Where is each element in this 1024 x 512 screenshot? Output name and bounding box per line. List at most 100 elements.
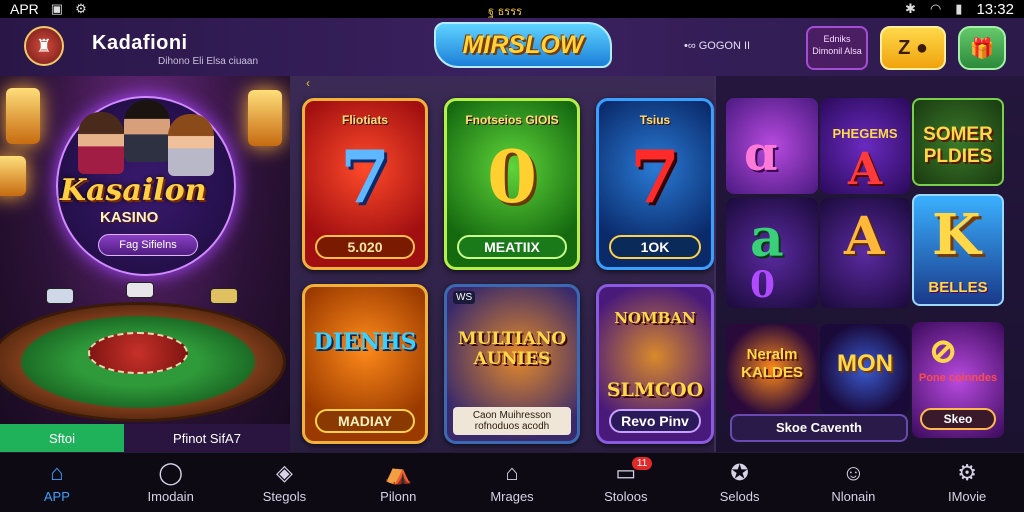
game-button[interactable]: 1OK: [609, 235, 701, 259]
lamp-decoration: [6, 88, 40, 144]
game-card[interactable]: NOMBAN SLMCOO Revo Pinv: [596, 284, 714, 444]
nav-label: Selods: [719, 489, 760, 504]
game-tag: WS: [453, 291, 476, 304]
slot-cell[interactable]: PHEGEMS A: [820, 98, 910, 194]
clock: 13:32: [976, 0, 1014, 18]
tag-icon: ◈: [275, 460, 293, 485]
nav-label: IMovie: [947, 489, 987, 504]
app-root: APR ▣ ⚙ ฐ ธรรร ✱ ◠ ▮ 13:32 ♜ Kadafioni D…: [0, 0, 1024, 512]
slot-cell[interactable]: K BELLES: [912, 194, 1004, 306]
slot-cell[interactable]: A 80: [820, 198, 910, 308]
game-grid: ‹ Fliotiats 7 5.020 Fnotseios GIOIS 0 ME…: [290, 76, 714, 452]
zero-symbol: 0: [750, 264, 776, 306]
bluetooth-icon: ✱: [905, 1, 916, 16]
game-button[interactable]: MADIAY: [315, 409, 415, 433]
letter-k-symbol: K: [932, 202, 981, 268]
seven-symbol: 7: [629, 134, 681, 219]
game-card[interactable]: DIENHS MADIAY: [302, 284, 428, 444]
zero-symbol: 0: [486, 134, 538, 219]
game-card[interactable]: Fliotiats 7 5.020: [302, 98, 428, 270]
hero-subtitle: KASINO: [100, 209, 159, 226]
game-name: MULTIANO AUNIES: [457, 329, 567, 369]
slot-cell[interactable]: Neralm KALDES: [726, 324, 818, 414]
game-card[interactable]: Tsius 7 1OK: [596, 98, 714, 270]
nav-label: Imodain: [147, 489, 194, 504]
slot-label: BELLES: [928, 279, 988, 296]
slot-cell[interactable]: MON: [820, 324, 910, 414]
nav-label: APP: [43, 489, 70, 504]
app-header: ♜ Kadafioni Dihono Eli Elsa ciuaan MIRSL…: [0, 18, 1024, 76]
slot-label: Pone coinndes: [918, 372, 998, 384]
hero-tab-active[interactable]: Sftoi: [0, 424, 124, 452]
hero-tab-other[interactable]: Pfinot SifA7: [124, 424, 290, 452]
game-card[interactable]: WS MULTIANO AUNIES Caon Muihresson rofno…: [444, 284, 580, 444]
letter-a-symbol: A: [848, 144, 883, 194]
brand-subtitle: Dihono Eli Elsa ciuaan: [158, 56, 259, 67]
hero-panel: Kasailon KASINO Fag Sifielns Sftoi Pfino…: [0, 76, 290, 452]
game-button[interactable]: Revo Pinv: [609, 409, 701, 433]
featured-button[interactable]: Skoe Caventh: [730, 414, 908, 442]
nav-label: Stoloos: [604, 489, 648, 504]
gear-icon: ⚙: [957, 460, 977, 485]
nav-label: Stegols: [262, 489, 307, 504]
house-icon: ⌂: [505, 460, 519, 485]
nav-item-imovie[interactable]: ⚙ IMovie: [910, 453, 1024, 512]
wifi-icon: ◠: [929, 1, 942, 16]
game-caption: Caon Muihresson rofnoduos acodh: [453, 407, 571, 435]
slot-cell[interactable]: a 0: [726, 198, 818, 308]
chip-stack-icon: [126, 282, 154, 298]
chip-stack-icon: [210, 288, 238, 304]
back-arrow-icon[interactable]: ‹: [306, 76, 310, 90]
vip-button[interactable]: Edniks Dimonil Alsa: [806, 26, 868, 70]
symbol-glyph: ɑ: [744, 126, 778, 182]
slot-label: PHEGEMS: [832, 126, 898, 141]
image-icon: ▣: [50, 1, 64, 16]
shop-icon: ⛺: [384, 460, 412, 485]
roulette-wheel: [88, 332, 188, 374]
nav-item-pilonn[interactable]: ⛺ Pilonn: [341, 453, 455, 512]
game-card[interactable]: Fnotseios GIOIS 0 MEATIIX: [444, 98, 580, 270]
slot-button[interactable]: Skeo: [920, 408, 996, 430]
nav-item-imodain[interactable]: ◯ Imodain: [114, 453, 228, 512]
seven-symbol: 7: [339, 134, 391, 219]
game-button[interactable]: 5.020: [315, 235, 415, 259]
gift-button[interactable]: 🎁: [958, 26, 1006, 70]
nav-item-mrages[interactable]: ⌂ Mrages: [455, 453, 569, 512]
featured-panel: ɑ PHEGEMS A SOMER PLDIES a 0 A 80 K BELL…: [714, 76, 1024, 452]
nav-item-selods[interactable]: ✪ Selods: [683, 453, 797, 512]
hero-title: Kasailon: [60, 173, 207, 208]
coin-button[interactable]: Z ●: [880, 26, 946, 70]
game-title: Fliotiats: [341, 113, 388, 127]
gift-icon: 🎁: [969, 37, 995, 60]
settings-icon: ⚙: [75, 1, 87, 16]
nav-item-stegols[interactable]: ◈ Stegols: [228, 453, 342, 512]
game-title: Tsius: [639, 113, 671, 127]
game-name: NOMBAN: [614, 309, 696, 327]
game-button[interactable]: MEATIIX: [457, 235, 567, 259]
notification-badge: 11: [631, 457, 653, 470]
slot-cell[interactable]: SOMER PLDIES: [912, 98, 1004, 186]
hero-button[interactable]: Fag Sifielns: [98, 234, 198, 256]
nav-item-stoloos[interactable]: ▭ 11 Stoloos: [569, 453, 683, 512]
balance-text: •∞ GOGON II: [684, 40, 751, 52]
status-left-text: APR: [10, 1, 39, 17]
host-avatar: [168, 114, 214, 176]
lamp-decoration: [248, 90, 282, 146]
bottom-nav: ⌂ APP ◯ Imodain ◈ Stegols ⛺ Pilonn ⌂ Mra…: [0, 452, 1024, 512]
chip-stack-icon: [46, 288, 74, 304]
nav-item-nlonain[interactable]: ☺ Nlonain: [796, 453, 910, 512]
settings-icon: ✪: [730, 460, 749, 485]
lamp-decoration: [0, 156, 26, 196]
logo-icon[interactable]: ♜: [24, 26, 64, 66]
game-name-secondary: SLMCOO: [606, 379, 704, 401]
letter-a-symbol: A: [844, 206, 885, 267]
nav-item-app[interactable]: ⌂ APP: [0, 453, 114, 512]
brand-name: Kadafioni: [92, 32, 188, 54]
promo-banner[interactable]: MIRSLOW: [434, 22, 612, 68]
slot-label: Neralm KALDES: [741, 346, 803, 381]
slot-cell[interactable]: ɑ: [726, 98, 818, 194]
nav-label: Mrages: [490, 489, 534, 504]
slot-symbol: ⊘: [928, 330, 959, 372]
game-title: Fnotseios GIOIS: [465, 113, 559, 127]
slot-cell[interactable]: ⊘ Pone coinndes Skeo: [912, 322, 1004, 438]
